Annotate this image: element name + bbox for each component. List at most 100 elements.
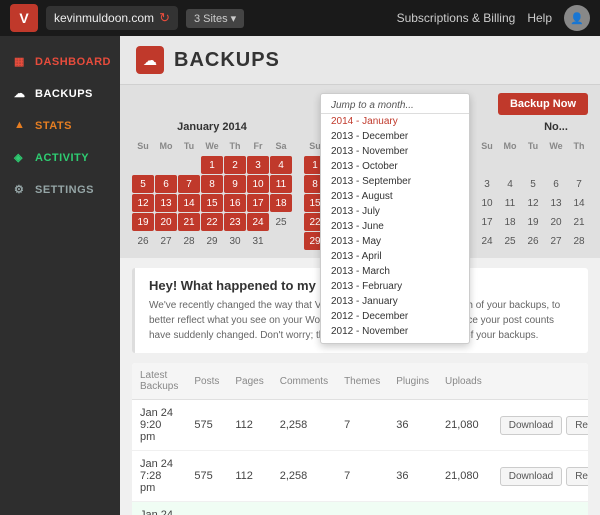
user-avatar[interactable]: 👤 xyxy=(564,5,590,31)
calendar-day-cell: 4 xyxy=(499,175,521,193)
calendar-grid-0: SuMoTuWeThFrSa12345678910111213141516171… xyxy=(132,137,292,250)
main-layout: ▦ Dashboard ☁ Backups ▲ Stats ◈ ActiviTY… xyxy=(0,36,600,515)
calendar-day-header: Sa xyxy=(270,137,292,155)
calendar-day-cell: 31 xyxy=(247,232,269,250)
calendar-day-cell[interactable]: 23 xyxy=(224,213,246,231)
cell-date: Jan 24 7:28 pm xyxy=(132,451,186,502)
calendar-day-cell[interactable]: 3 xyxy=(247,156,269,174)
calendar-day-header: Su xyxy=(132,137,154,155)
calendar-day-cell xyxy=(155,156,177,174)
sidebar-item-dashboard[interactable]: ▦ Dashboard xyxy=(0,46,120,78)
calendar-day-cell: 29 xyxy=(201,232,223,250)
sidebar-label-activity: ActiviTY xyxy=(35,152,89,164)
subscriptions-link[interactable]: Subscriptions & Billing xyxy=(397,11,516,25)
dropdown-item-mar2013[interactable]: 2013 - March xyxy=(321,264,469,279)
backup-now-button[interactable]: Backup Now xyxy=(498,93,588,115)
download-button[interactable]: Download xyxy=(500,467,562,486)
restore-button[interactable]: Restore xyxy=(566,467,588,486)
calendar-day-cell: 17 xyxy=(476,213,498,231)
calendar-day-cell[interactable]: 4 xyxy=(270,156,292,174)
sidebar: ▦ Dashboard ☁ Backups ▲ Stats ◈ ActiviTY… xyxy=(0,36,120,515)
cell-actions: Download Restore xyxy=(490,502,588,515)
dashboard-icon: ▦ xyxy=(14,55,28,69)
calendar-day-cell[interactable]: 6 xyxy=(155,175,177,193)
sidebar-item-stats[interactable]: ▲ Stats xyxy=(0,110,120,142)
calendar-day-cell[interactable]: 19 xyxy=(132,213,154,231)
calendar-day-cell[interactable]: 24 xyxy=(247,213,269,231)
dropdown-item-jan2013[interactable]: 2013 - January xyxy=(321,294,469,309)
dropdown-item-nov2012[interactable]: 2012 - November xyxy=(321,324,469,339)
dropdown-item-sep2013[interactable]: 2013 - September xyxy=(321,174,469,189)
calendar-day-cell[interactable]: 10 xyxy=(247,175,269,193)
site-selector[interactable]: kevinmuldoon.com ↻ xyxy=(46,6,178,30)
calendar-day-cell[interactable]: 18 xyxy=(270,194,292,212)
dropdown-item-aug2013[interactable]: 2013 - August xyxy=(321,189,469,204)
dropdown-item-feb2013[interactable]: 2013 - February xyxy=(321,279,469,294)
calendar-day-cell[interactable]: 5 xyxy=(132,175,154,193)
cell-comments: 2,258 xyxy=(272,451,336,502)
cell-uploads: 21,080 xyxy=(437,502,490,515)
backups-table-section: Latest Backups Posts Pages Comments Them… xyxy=(120,363,600,515)
calendar-day-cell[interactable]: 22 xyxy=(201,213,223,231)
dropdown-item-may2013[interactable]: 2013 - May xyxy=(321,234,469,249)
cell-pages: 112 xyxy=(227,502,271,515)
calendar-day-cell: 25 xyxy=(499,232,521,250)
topbar: V kevinmuldoon.com ↻ 3 Sites ▾ Subscript… xyxy=(0,0,600,36)
calendar-day-cell xyxy=(476,156,498,174)
calendar-day-cell[interactable]: 21 xyxy=(178,213,200,231)
calendar-day-header: Mo xyxy=(155,137,177,155)
dropdown-item-dec2012[interactable]: 2012 - December xyxy=(321,309,469,324)
dropdown-item-jan2014[interactable]: 2014 - January xyxy=(321,114,469,129)
dropdown-item-dec2013[interactable]: 2013 - December xyxy=(321,129,469,144)
table-row: Jan 24 7:28 pm 575 112 2,258 7 36 21,080… xyxy=(132,451,588,502)
backups-table: Latest Backups Posts Pages Comments Them… xyxy=(132,363,588,515)
calendar-day-cell[interactable]: 17 xyxy=(247,194,269,212)
calendar-day-cell[interactable]: 9 xyxy=(224,175,246,193)
calendar-day-cell[interactable]: 13 xyxy=(155,194,177,212)
activity-icon: ◈ xyxy=(14,151,28,165)
sidebar-item-backups[interactable]: ☁ Backups xyxy=(0,78,120,110)
jump-to-month-dropdown[interactable]: Jump to a month... 2014 - January 2013 -… xyxy=(320,93,470,344)
calendar-day-cell: 18 xyxy=(499,213,521,231)
calendar-section: Jump to a month... 2014 - January 2013 -… xyxy=(120,85,600,258)
settings-icon: ⚙ xyxy=(14,183,28,197)
calendar-day-cell: 14 xyxy=(568,194,588,212)
stats-icon: ▲ xyxy=(14,119,28,133)
calendar-day-cell[interactable]: 12 xyxy=(132,194,154,212)
calendar-day-header: Su xyxy=(476,137,498,155)
calendar-day-cell[interactable]: 20 xyxy=(155,213,177,231)
cell-plugins: 36 xyxy=(388,502,437,515)
col-pages: Pages xyxy=(227,363,271,400)
restore-button[interactable]: Restore xyxy=(566,416,588,435)
dropdown-item-nov2013[interactable]: 2013 - November xyxy=(321,144,469,159)
calendar-day-cell[interactable]: 16 xyxy=(224,194,246,212)
sidebar-item-settings[interactable]: ⚙ Settings xyxy=(0,174,120,206)
sites-button[interactable]: 3 Sites ▾ xyxy=(186,9,244,28)
calendar-day-cell[interactable]: 11 xyxy=(270,175,292,193)
calendar-day-cell[interactable]: 14 xyxy=(178,194,200,212)
cell-uploads: 21,080 xyxy=(437,451,490,502)
calendar-day-cell: 28 xyxy=(178,232,200,250)
dropdown-item-jun2013[interactable]: 2013 - June xyxy=(321,219,469,234)
calendar-day-cell[interactable]: 2 xyxy=(224,156,246,174)
dropdown-item-jul2013[interactable]: 2013 - July xyxy=(321,204,469,219)
calendar-0: January 2014SuMoTuWeThFrSa12345678910111… xyxy=(132,121,292,250)
dropdown-item-apr2013[interactable]: 2013 - April xyxy=(321,249,469,264)
calendar-day-cell[interactable]: 1 xyxy=(201,156,223,174)
calendar-day-cell[interactable]: 8 xyxy=(201,175,223,193)
vaultpress-logo: V xyxy=(10,4,38,32)
calendar-day-cell: 27 xyxy=(155,232,177,250)
calendar-day-cell: 24 xyxy=(476,232,498,250)
calendar-day-cell: 21 xyxy=(568,213,588,231)
calendar-day-cell[interactable]: 15 xyxy=(201,194,223,212)
sidebar-item-activity[interactable]: ◈ ActiviTY xyxy=(0,142,120,174)
calendar-day-cell: 7 xyxy=(568,175,588,193)
help-link[interactable]: Help xyxy=(527,11,552,25)
calendar-day-cell[interactable]: 7 xyxy=(178,175,200,193)
backups-header-icon: ☁ xyxy=(136,46,164,74)
download-button[interactable]: Download xyxy=(500,416,562,435)
calendar-day-cell: 27 xyxy=(545,232,567,250)
cell-plugins: 36 xyxy=(388,400,437,451)
sidebar-label-settings: Settings xyxy=(35,184,94,196)
dropdown-item-oct2013[interactable]: 2013 - October xyxy=(321,159,469,174)
